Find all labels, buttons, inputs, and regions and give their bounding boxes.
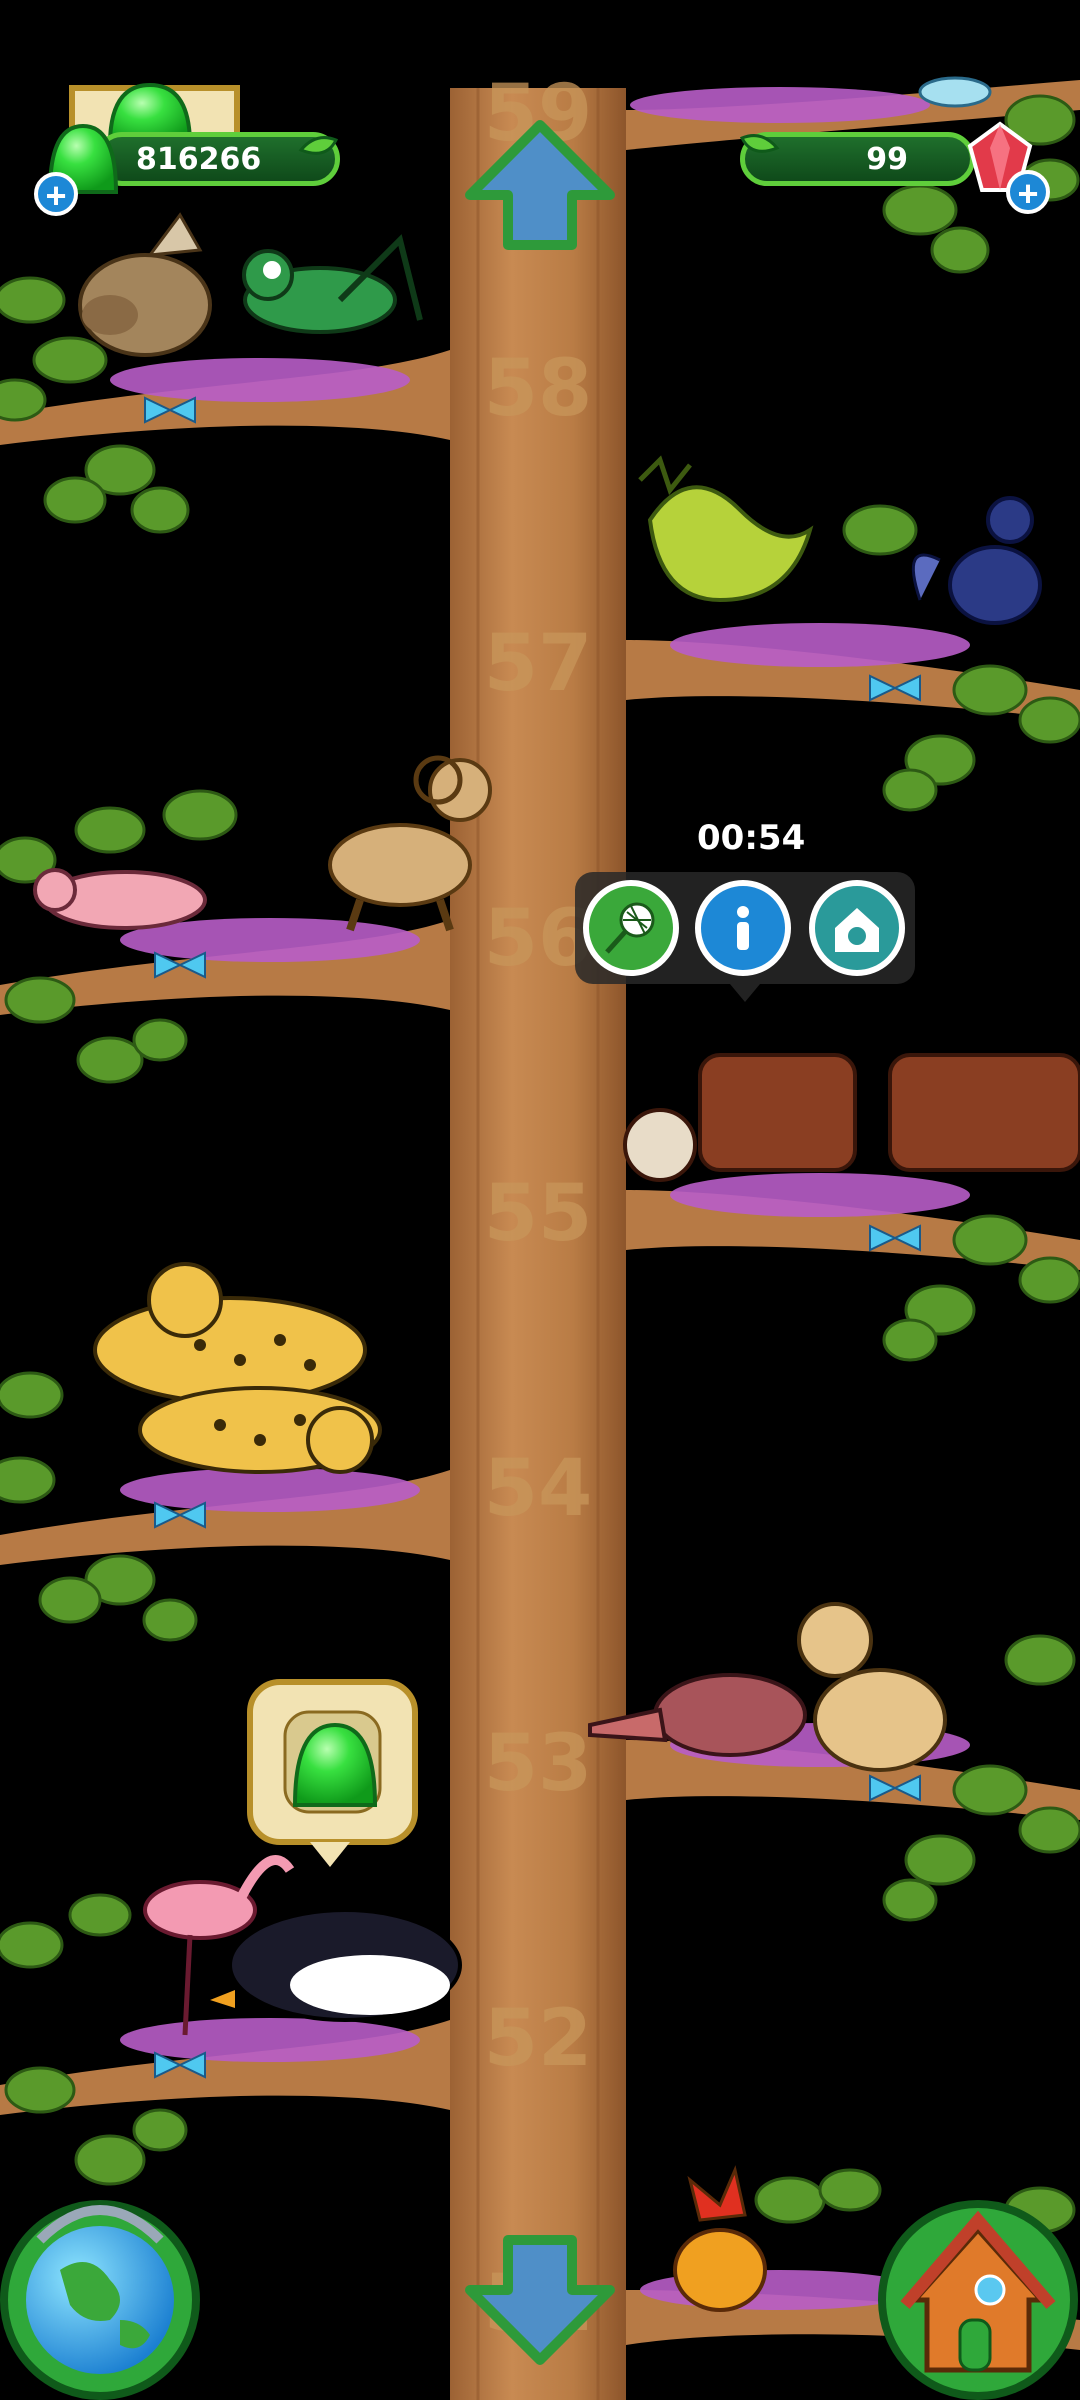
game-stage: 59 58 57 56 55 54 53 52 51	[0, 0, 1080, 2400]
partial-icon	[918, 76, 992, 108]
send-home-button[interactable]	[809, 880, 905, 976]
level-number: 52	[484, 1994, 593, 2084]
flower-patch	[110, 358, 410, 402]
info-button[interactable]	[695, 880, 791, 976]
add-currency-button[interactable]: +	[34, 172, 78, 216]
animal-house-icon	[835, 908, 879, 952]
world-map-button[interactable]	[0, 2200, 200, 2400]
home-button[interactable]	[878, 2200, 1078, 2400]
level-number: 54	[484, 1444, 593, 1534]
net-icon	[605, 902, 655, 954]
flower-patch	[670, 1173, 970, 1217]
release-timer: 00:54	[697, 818, 806, 858]
info-icon	[737, 906, 749, 950]
gem-value: 99	[866, 141, 908, 177]
animal-sleeping-dog[interactable]	[78, 212, 212, 357]
flower-patch	[670, 623, 970, 667]
animal-cow[interactable]	[888, 1053, 1080, 1172]
animal-leafy-seadragon[interactable]	[638, 455, 814, 603]
flower-patch	[120, 2018, 420, 2062]
animal-naked-mole-rat[interactable]	[33, 868, 207, 930]
leaf-ornament-icon	[298, 136, 339, 155]
collect-jelly-bubble[interactable]	[247, 1679, 418, 1867]
currency-value: 816266	[136, 141, 262, 177]
animal-peacock[interactable]	[911, 496, 1042, 625]
flower-patch	[120, 1468, 420, 1512]
animal-cheetah[interactable]	[138, 1386, 382, 1474]
level-number: 55	[484, 1169, 593, 1259]
level-number: 58	[484, 344, 593, 434]
animal-red-creature[interactable]	[673, 2165, 767, 2312]
panel-pointer	[730, 984, 760, 1002]
add-gems-button[interactable]: +	[1006, 170, 1050, 214]
leaf-ornament-icon	[739, 134, 780, 153]
animal-cow[interactable]	[623, 1053, 857, 1182]
flower-patch	[630, 87, 930, 123]
animal-grasshopper[interactable]	[242, 234, 423, 334]
animal-cheetah[interactable]	[93, 1262, 367, 1404]
level-number: 57	[484, 619, 593, 709]
level-number: 53	[484, 1719, 593, 1809]
catch-net-button[interactable]	[583, 880, 679, 976]
tree-scene: 59 58 57 56 55 54 53 52 51	[0, 69, 1080, 2400]
